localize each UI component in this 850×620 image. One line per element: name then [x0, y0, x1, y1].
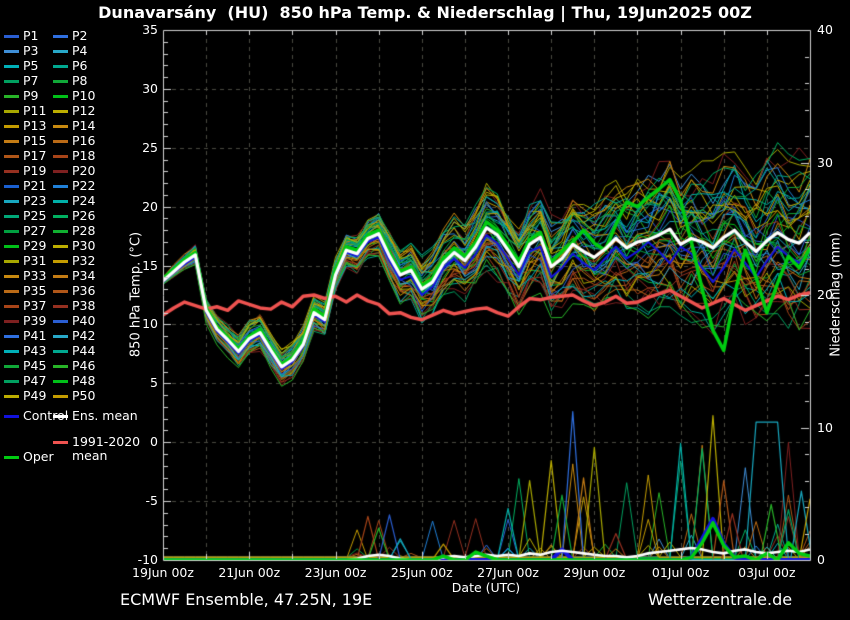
legend-item-p12: P12 [0, 104, 160, 119]
legend-item-p6: P6 [0, 59, 160, 74]
legend-swatch-p28 [53, 230, 68, 233]
legend-label-p26: P26 [72, 209, 95, 223]
tick-label-date-6: 01Jul 00z [636, 565, 726, 580]
x-axis-label: Date (UTC) [386, 580, 586, 595]
tick-label-temp-35: 35 [118, 22, 158, 37]
legend-label-p14: P14 [72, 119, 95, 133]
legend-label-p42: P42 [72, 329, 95, 343]
legend-swatch-p26 [53, 215, 68, 218]
legend-label-p2: P2 [72, 29, 88, 43]
legend-label-p12: P12 [72, 104, 95, 118]
tick-label-date-2: 23Jun 00z [291, 565, 381, 580]
legend-label-p28: P28 [72, 224, 95, 238]
tick-label-precip-0: 0 [817, 552, 825, 567]
legend-label-p32: P32 [72, 254, 95, 268]
legend-swatch-p42 [53, 335, 68, 338]
legend-swatch-p10 [53, 95, 68, 98]
footer-model-info: ECMWF Ensemble, 47.25N, 19E [120, 590, 372, 609]
legend-swatch-p8 [53, 80, 68, 83]
legend-swatch-p18 [53, 155, 68, 158]
legend-label-p36: P36 [72, 284, 95, 298]
tick-label-temp-5: 5 [118, 375, 158, 390]
legend-label-p38: P38 [72, 299, 95, 313]
tick-label-precip-20: 20 [817, 287, 833, 302]
legend-label-p24: P24 [72, 194, 95, 208]
legend-swatch-p34 [53, 275, 68, 278]
page-title: Dunavarsány (HU) 850 hPa Temp. & Nieders… [0, 3, 850, 22]
legend-label-oper: Oper [23, 450, 54, 464]
ensemble-meteogram-page: Dunavarsány (HU) 850 hPa Temp. & Nieders… [0, 0, 850, 620]
tick-label-temp-10: 10 [118, 316, 158, 331]
legend-swatch-p36 [53, 290, 68, 293]
tick-label-precip-40: 40 [817, 22, 833, 37]
legend-label-p30: P30 [72, 239, 95, 253]
footer-site-name: Wetterzentrale.de [648, 590, 792, 609]
legend-label-p22: P22 [72, 179, 95, 193]
legend-swatch-p16 [53, 140, 68, 143]
legend-label-p44: P44 [72, 344, 95, 358]
legend-swatch-p6 [53, 65, 68, 68]
legend-label-p6: P6 [72, 59, 88, 73]
legend-item-p4: P4 [0, 44, 160, 59]
legend-swatch-p14 [53, 125, 68, 128]
legend-item-p20: P20 [0, 164, 160, 179]
legend-swatch-p12 [53, 110, 68, 113]
legend-label-ens-mean: Ens. mean [72, 409, 138, 423]
tick-label-temp-25: 25 [118, 140, 158, 155]
legend-label-p10: P10 [72, 89, 95, 103]
legend-swatch-p40 [53, 320, 68, 323]
legend-item-ens-mean: Ens. mean [0, 409, 160, 424]
legend-label-p40: P40 [72, 314, 95, 328]
legend-swatch-p38 [53, 305, 68, 308]
legend-item-p14: P14 [0, 119, 160, 134]
tick-label-precip-10: 10 [817, 420, 833, 435]
legend-label-p16: P16 [72, 134, 95, 148]
legend-label-p50: P50 [72, 389, 95, 403]
legend-swatch-p32 [53, 260, 68, 263]
legend-swatch-ens-mean [53, 415, 68, 418]
legend-label-p4: P4 [72, 44, 88, 58]
legend-swatch-p44 [53, 350, 68, 353]
legend-swatch-p50 [53, 395, 68, 398]
legend-swatch-p48 [53, 380, 68, 383]
legend-swatch-climate-mean [53, 441, 68, 444]
tick-label-date-5: 29Jun 00z [549, 565, 639, 580]
tick-label-temp-30: 30 [118, 81, 158, 96]
legend-label-p34: P34 [72, 269, 95, 283]
legend-label-p46: P46 [72, 359, 95, 373]
legend-swatch-p22 [53, 185, 68, 188]
tick-label-precip-30: 30 [817, 155, 833, 170]
legend-swatch-p46 [53, 365, 68, 368]
legend-swatch-p24 [53, 200, 68, 203]
tick-label-date-1: 21Jun 00z [204, 565, 294, 580]
legend-label-p8: P8 [72, 74, 88, 88]
legend-item-oper: Oper [0, 450, 160, 465]
legend-label-p20: P20 [72, 164, 95, 178]
legend-label-p48: P48 [72, 374, 95, 388]
legend-label-p18: P18 [72, 149, 95, 163]
tick-label-temp-0: 0 [118, 434, 158, 449]
tick-label-date-0: 19Jun 00z [118, 565, 208, 580]
tick-label-date-4: 27Jun 00z [463, 565, 553, 580]
tick-label-temp-15: 15 [118, 258, 158, 273]
tick-label-date-7: 03Jul 00z [722, 565, 812, 580]
legend-swatch-p4 [53, 50, 68, 53]
legend-swatch-p20 [53, 170, 68, 173]
legend-swatch-p2 [53, 35, 68, 38]
y-axis-label-temp: 850 hPa Temp. (°C) [129, 185, 144, 405]
tick-label-date-3: 25Jun 00z [377, 565, 467, 580]
tick-label-temp--5: -5 [118, 493, 158, 508]
legend-swatch-oper [4, 456, 19, 459]
tick-label-temp-20: 20 [118, 199, 158, 214]
legend-swatch-p30 [53, 245, 68, 248]
